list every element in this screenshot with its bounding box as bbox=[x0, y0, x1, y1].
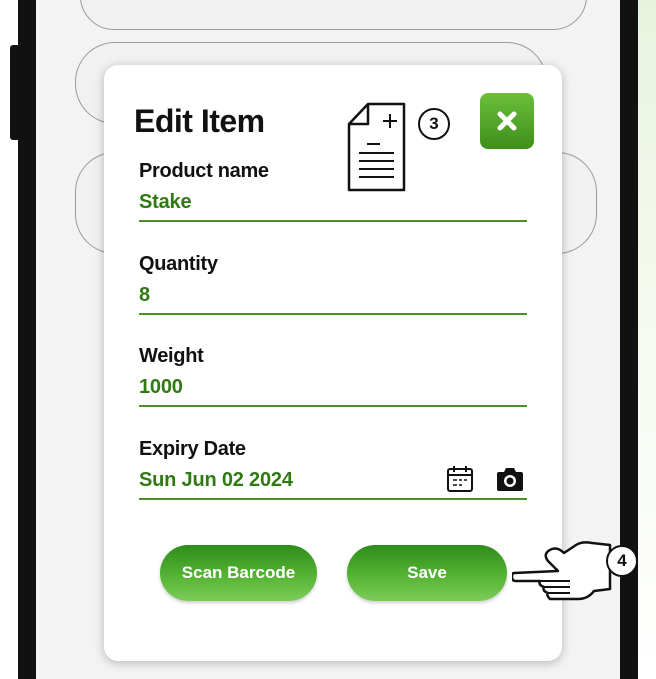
quantity-field[interactable]: Quantity 8 bbox=[139, 253, 527, 315]
background-list-item: g y bbox=[80, 0, 587, 30]
product-name-input[interactable]: Stake bbox=[139, 191, 527, 220]
product-name-field[interactable]: Product name Stake bbox=[139, 160, 527, 222]
pointing-hand-icon bbox=[512, 541, 612, 601]
quantity-label: Quantity bbox=[139, 253, 218, 275]
edit-item-modal: Edit Item Product name Stake Quantity 8 … bbox=[104, 65, 562, 661]
save-button[interactable]: Save bbox=[347, 545, 507, 601]
close-button[interactable] bbox=[480, 93, 534, 149]
step-badge-4: 4 bbox=[606, 545, 638, 577]
expiry-date-label: Expiry Date bbox=[139, 438, 246, 460]
step-badge-3: 3 bbox=[418, 108, 450, 140]
weight-label: Weight bbox=[139, 345, 204, 367]
weight-field[interactable]: Weight 1000 bbox=[139, 345, 527, 407]
product-name-label: Product name bbox=[139, 160, 269, 182]
quantity-input[interactable]: 8 bbox=[139, 284, 527, 313]
scan-barcode-button[interactable]: Scan Barcode bbox=[160, 545, 317, 601]
calendar-icon[interactable] bbox=[445, 464, 475, 494]
phone-bezel-left bbox=[18, 0, 36, 679]
modal-title: Edit Item bbox=[134, 103, 265, 139]
phone-bezel-right bbox=[620, 0, 638, 679]
close-icon bbox=[497, 111, 517, 131]
new-document-icon bbox=[347, 102, 406, 192]
weight-input[interactable]: 1000 bbox=[139, 376, 527, 405]
camera-icon[interactable] bbox=[495, 466, 525, 492]
expiry-date-field[interactable]: Expiry Date Sun Jun 02 2024 bbox=[139, 438, 527, 500]
